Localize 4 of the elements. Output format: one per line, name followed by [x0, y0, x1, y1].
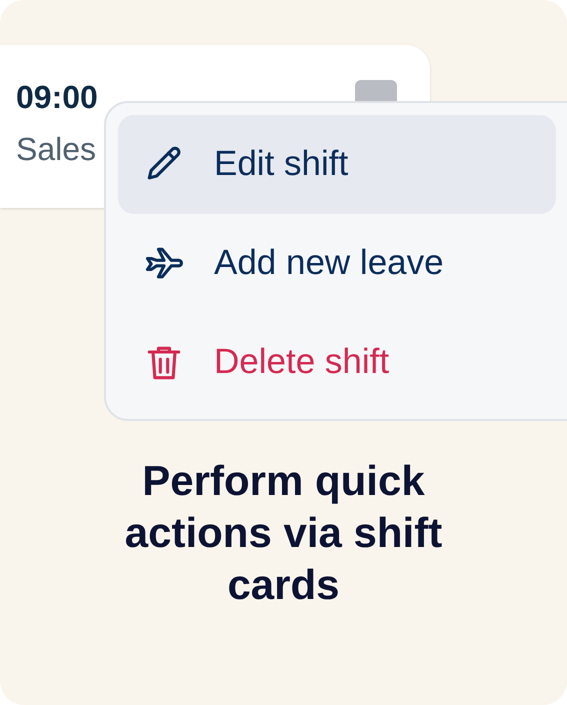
department-label: Sales	[16, 130, 96, 169]
caption: Perform quick actions via shift cards	[124, 456, 444, 610]
shift-time: 09:00	[16, 78, 98, 117]
menu-item[interactable]: Edit shift	[118, 115, 556, 214]
